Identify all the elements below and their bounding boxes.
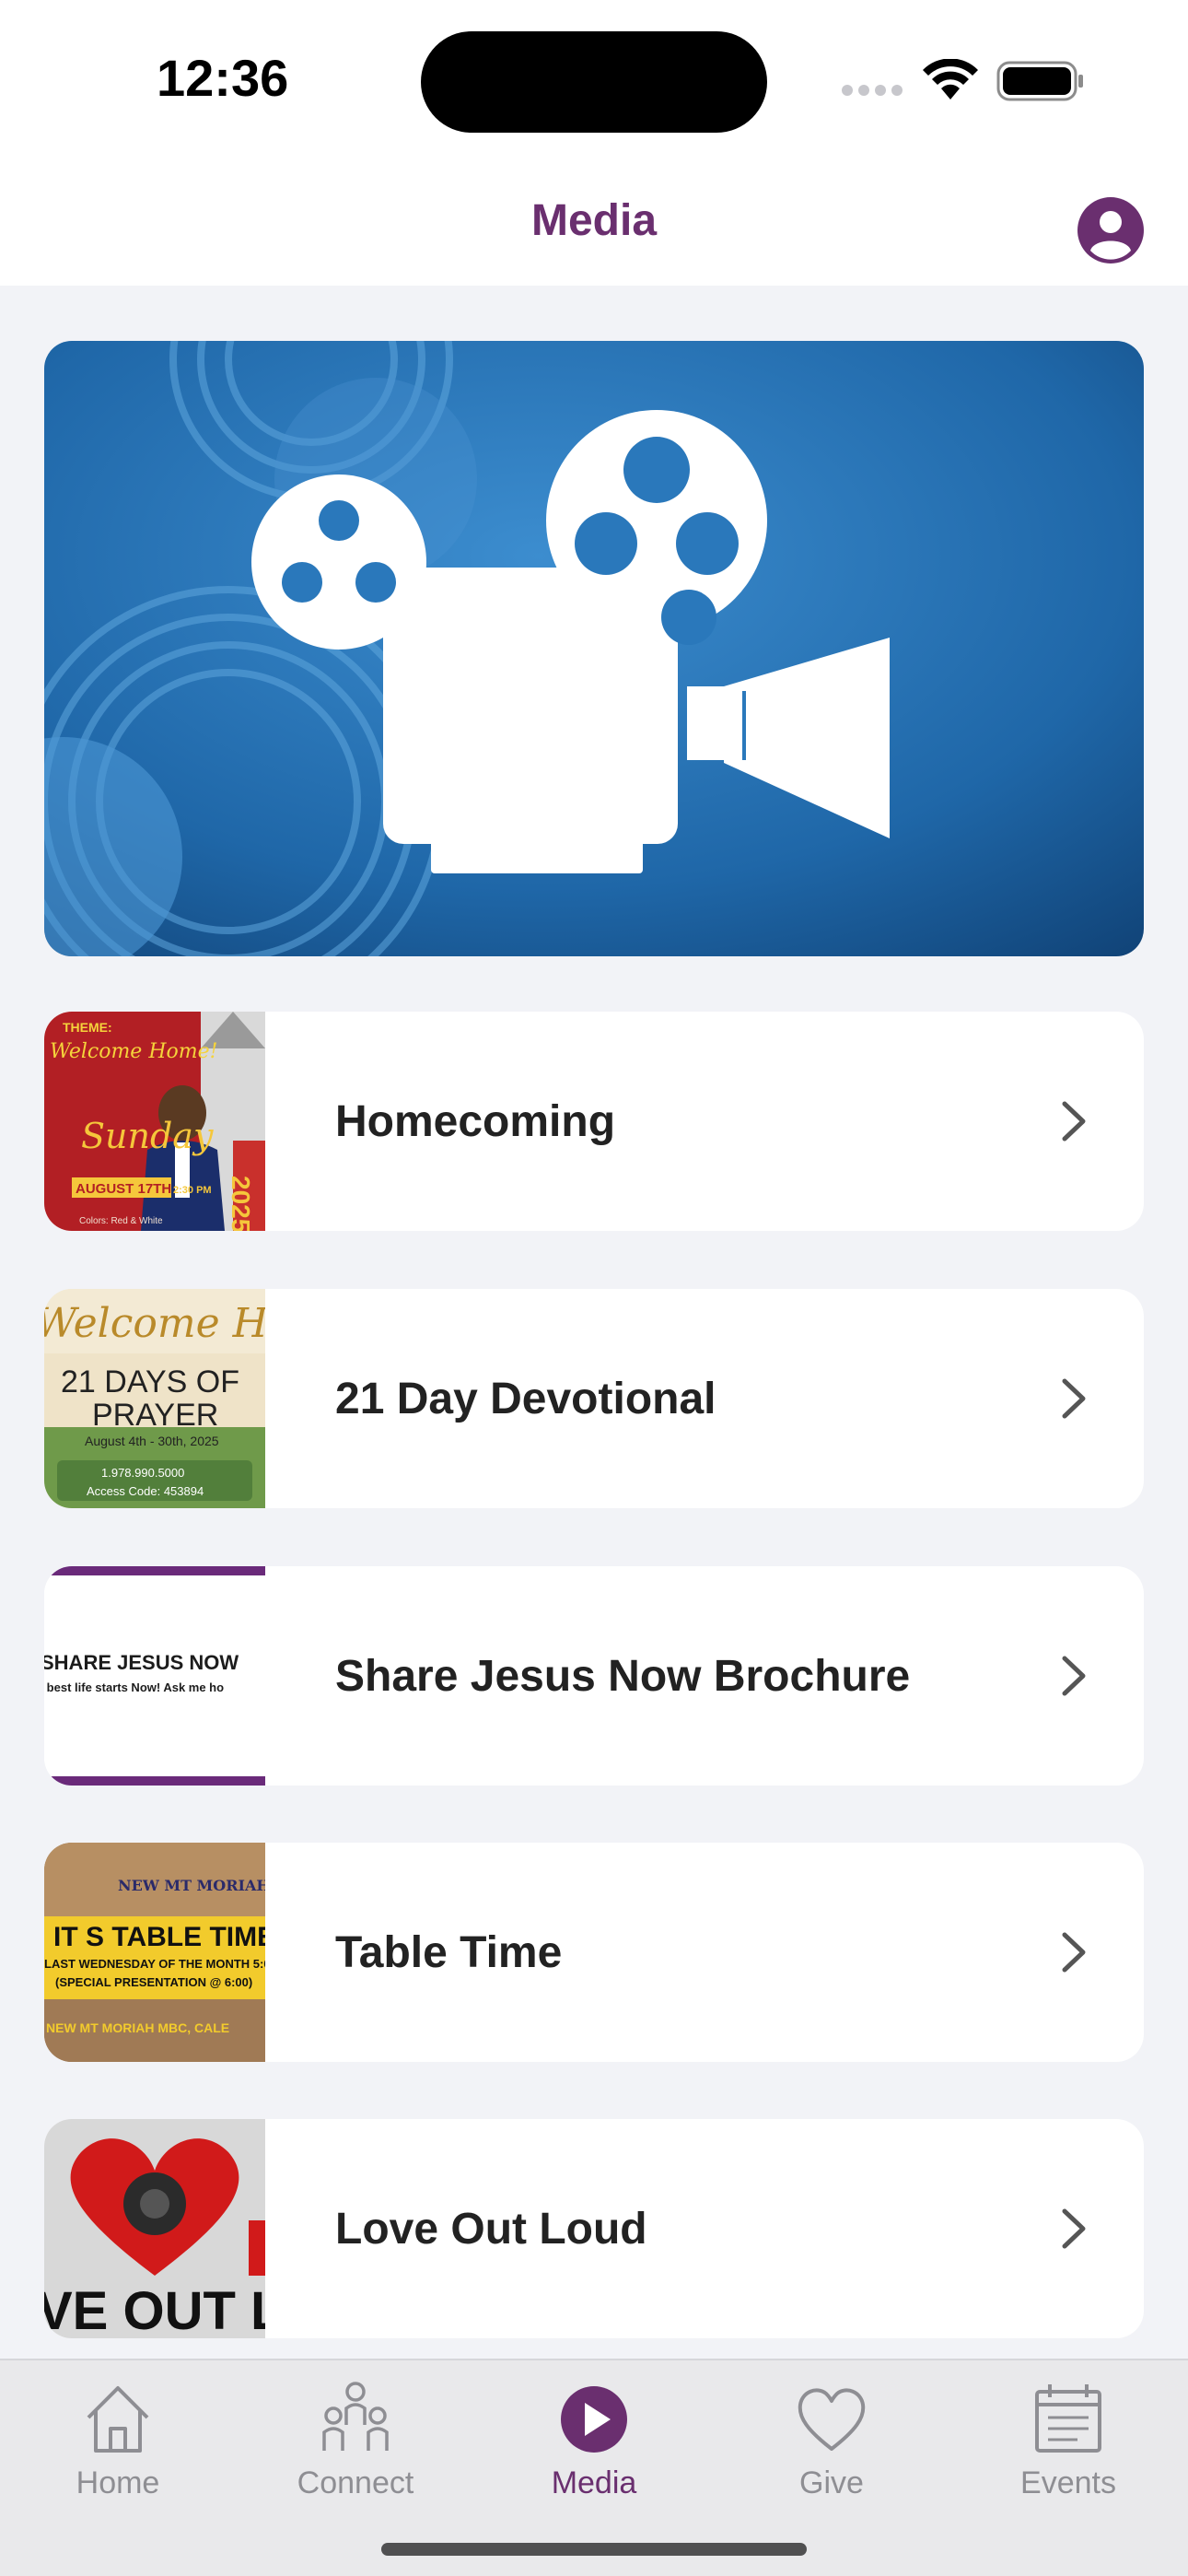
- share-jesus-now-thumbnail: SHARE JESUS NOW r best life starts Now! …: [44, 1566, 265, 1786]
- svg-text:Colors: Red & White: Colors: Red & White: [79, 1216, 163, 1226]
- media-item-table-time[interactable]: NEW MT MORIAH IT S TABLE TIME LAST WEDNE…: [44, 1843, 1144, 2062]
- cellular-signal-icon: [842, 85, 903, 96]
- tab-label: Home: [76, 2465, 160, 2500]
- svg-text:NEW MT MORIAH: NEW MT MORIAH: [118, 1877, 265, 1894]
- svg-text:(SPECIAL PRESENTATION @ 6:00): (SPECIAL PRESENTATION @ 6:00): [55, 1975, 252, 1989]
- media-item-share-jesus-now-brochure[interactable]: SHARE JESUS NOW r best life starts Now! …: [44, 1566, 1144, 1786]
- media-item-homecoming[interactable]: THEME: Welcome Home! Sunday AUGUST 17TH …: [44, 1012, 1144, 1231]
- svg-text:AUGUST 17TH: AUGUST 17TH: [76, 1181, 171, 1197]
- media-item-21-day-devotional[interactable]: Welcome Home 21 DAYS OF PRAYER August 4t…: [44, 1289, 1144, 1508]
- chevron-right-icon: [1062, 1932, 1086, 1973]
- media-item-label: Love Out Loud: [335, 2204, 647, 2254]
- svg-text:PRAYER: PRAYER: [92, 1398, 218, 1433]
- chevron-right-icon: [1062, 1101, 1086, 1142]
- svg-text:August 4th - 30th, 2025: August 4th - 30th, 2025: [85, 1434, 219, 1448]
- chevron-right-icon: [1062, 2208, 1086, 2249]
- table-time-thumbnail: NEW MT MORIAH IT S TABLE TIME LAST WEDNE…: [44, 1843, 265, 2062]
- status-time: 12:36: [157, 49, 289, 107]
- svg-text:Access Code: 453894: Access Code: 453894: [87, 1484, 204, 1498]
- tab-label: Connect: [297, 2465, 414, 2500]
- svg-text:Sunday: Sunday: [81, 1116, 214, 1156]
- nav-bar: Media: [0, 157, 1188, 286]
- homecoming-thumbnail: THEME: Welcome Home! Sunday AUGUST 17TH …: [44, 1012, 265, 1231]
- tab-give[interactable]: Give: [740, 2373, 924, 2521]
- svg-text:LAST WEDNESDAY OF THE MONTH 5:: LAST WEDNESDAY OF THE MONTH 5:00: [44, 1957, 265, 1971]
- svg-text:THEME:: THEME:: [63, 1020, 112, 1035]
- tab-events[interactable]: Events: [976, 2373, 1160, 2521]
- svg-text:2:30 PM: 2:30 PM: [173, 1185, 212, 1196]
- svg-text:1.978.990.5000: 1.978.990.5000: [101, 1466, 184, 1480]
- devotional-thumbnail: Welcome Home 21 DAYS OF PRAYER August 4t…: [44, 1289, 265, 1508]
- svg-text:r best life starts Now! Ask m: r best life starts Now! Ask me ho: [44, 1680, 224, 1694]
- home-icon: [87, 2386, 149, 2453]
- chevron-right-icon: [1062, 1378, 1086, 1419]
- film-camera-icon: [44, 341, 1144, 956]
- tab-label: Events: [1020, 2465, 1116, 2500]
- svg-text:21 DAYS OF: 21 DAYS OF: [61, 1364, 239, 1399]
- tab-label: Give: [799, 2465, 864, 2500]
- media-item-label: Homecoming: [335, 1096, 616, 1146]
- media-hero-banner: [44, 341, 1144, 956]
- wifi-icon: [923, 59, 978, 100]
- tab-connect[interactable]: Connect: [263, 2373, 448, 2521]
- person-circle-icon[interactable]: [1077, 197, 1144, 263]
- svg-text:IT S TABLE TIME: IT S TABLE TIME: [53, 1922, 265, 1952]
- svg-text:NEW MT MORIAH MBC, CALE: NEW MT MORIAH MBC, CALE: [46, 2020, 229, 2035]
- svg-text:SHARE JESUS NOW: SHARE JESUS NOW: [44, 1651, 239, 1674]
- heart-icon: [798, 2388, 866, 2451]
- calendar-icon: [1035, 2384, 1101, 2453]
- svg-text:Welcome Home!: Welcome Home!: [50, 1040, 217, 1063]
- people-icon: [322, 2382, 389, 2451]
- svg-text:VE OUT LO: VE OUT LO: [44, 2281, 265, 2338]
- tab-label: Media: [551, 2465, 637, 2500]
- tab-home[interactable]: Home: [26, 2373, 210, 2521]
- page-title: Media: [530, 196, 658, 245]
- dynamic-island: [421, 31, 767, 133]
- media-item-label: 21 Day Devotional: [335, 1374, 716, 1423]
- battery-icon: [996, 61, 1083, 101]
- play-circle-icon: [561, 2386, 627, 2453]
- media-item-label: Table Time: [335, 1927, 563, 1977]
- love-out-loud-thumbnail: VE OUT LO: [44, 2119, 265, 2338]
- media-item-love-out-loud[interactable]: VE OUT LO Love Out Loud: [44, 2119, 1144, 2338]
- status-bar: 12:36: [0, 0, 1188, 157]
- svg-text:Welcome Home: Welcome Home: [44, 1300, 265, 1347]
- svg-text:2025: 2025: [227, 1176, 255, 1231]
- media-item-label: Share Jesus Now Brochure: [335, 1651, 911, 1701]
- tab-media[interactable]: Media: [502, 2373, 686, 2521]
- chevron-right-icon: [1062, 1656, 1086, 1696]
- home-indicator[interactable]: [381, 2543, 807, 2556]
